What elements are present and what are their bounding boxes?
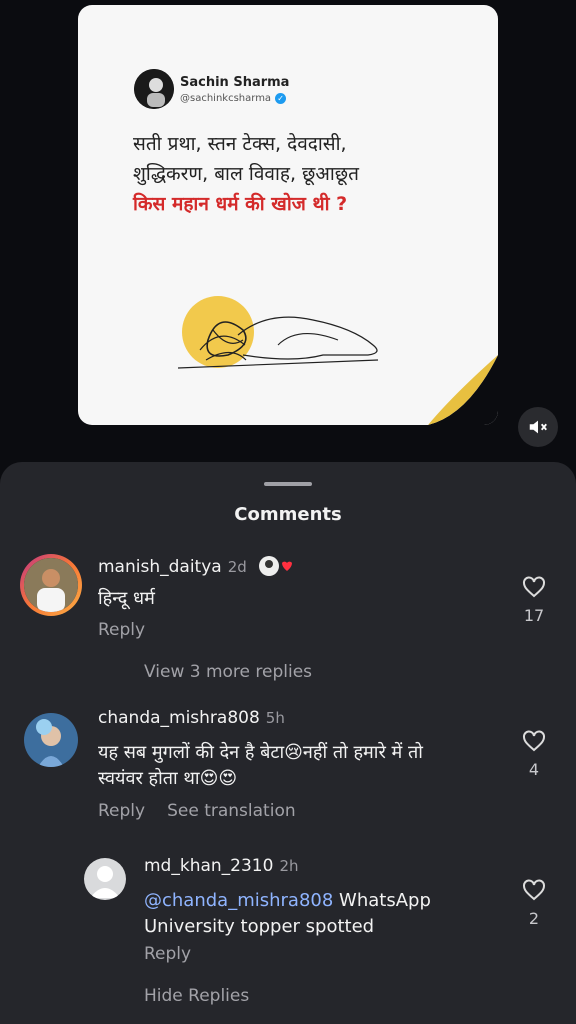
comment-text: @chanda_mishra808 WhatsApp University top… bbox=[144, 890, 431, 937]
heart-icon bbox=[523, 730, 545, 752]
avatar[interactable] bbox=[20, 554, 82, 616]
reply-button[interactable]: Reply bbox=[144, 944, 191, 964]
reply-button[interactable]: Reply bbox=[98, 801, 145, 821]
like-count: 17 bbox=[523, 606, 545, 625]
author-avatar bbox=[134, 69, 174, 109]
mention-link[interactable]: @chanda_mishra808 bbox=[144, 890, 333, 911]
comment-username[interactable]: chanda_mishra808 5h bbox=[98, 708, 285, 728]
post-text-line-2: शुद्धिकरण, बाल विवाह, छूआछूत bbox=[133, 163, 359, 185]
sheet-drag-handle[interactable] bbox=[264, 482, 312, 486]
avatar[interactable] bbox=[24, 713, 78, 767]
mute-button[interactable] bbox=[518, 407, 558, 447]
like-count: 4 bbox=[528, 760, 540, 779]
like-control[interactable]: 2 bbox=[519, 879, 549, 928]
verified-badge-icon: ✓ bbox=[275, 92, 287, 104]
comment-username[interactable]: md_khan_2310 2h bbox=[144, 856, 299, 876]
speaker-muted-icon bbox=[529, 420, 547, 434]
author-name: Sachin Sharma bbox=[180, 74, 290, 90]
post-image[interactable]: Sachin Sharma @sachinkcsharma ✓ सती प्रथा… bbox=[78, 5, 498, 425]
hide-replies-link[interactable]: Hide Replies bbox=[144, 986, 249, 1006]
see-translation-button[interactable]: See translation bbox=[167, 801, 296, 821]
comment-username[interactable]: manish_daitya 2d bbox=[98, 554, 293, 578]
page-curl-decoration bbox=[428, 355, 498, 425]
avatar[interactable] bbox=[84, 858, 126, 900]
post-text-line-3: किस महान धर्म की खोज थी ? bbox=[133, 193, 348, 215]
heart-icon bbox=[523, 576, 545, 598]
like-control[interactable]: 4 bbox=[519, 730, 549, 779]
post-area: Sachin Sharma @sachinkcsharma ✓ सती प्रथा… bbox=[0, 0, 576, 470]
like-control[interactable]: 17 bbox=[519, 576, 549, 625]
heart-icon bbox=[523, 879, 545, 901]
like-count: 2 bbox=[528, 909, 540, 928]
view-replies-link[interactable]: View 3 more replies bbox=[144, 662, 312, 682]
lying-woman-illustration bbox=[178, 296, 379, 369]
comment-text: यह सब मुगलों की देन है बेटा😢नहीं तो हमार… bbox=[98, 742, 423, 789]
author-handle: @sachinkcsharma bbox=[180, 92, 272, 104]
sheet-title: Comments bbox=[234, 504, 342, 525]
comments-sheet: Comments manish_daitya 2d हिन्दू धर्म Rep… bbox=[0, 462, 576, 1024]
post-author: Sachin Sharma @sachinkcsharma ✓ bbox=[134, 69, 289, 109]
author-liked-icon bbox=[259, 556, 293, 576]
comment-text: हिन्दू धर्म bbox=[98, 588, 155, 609]
post-text-line-1: सती प्रथा, स्तन टेक्स, देवदासी, bbox=[133, 133, 347, 155]
reply-button[interactable]: Reply bbox=[98, 620, 145, 640]
